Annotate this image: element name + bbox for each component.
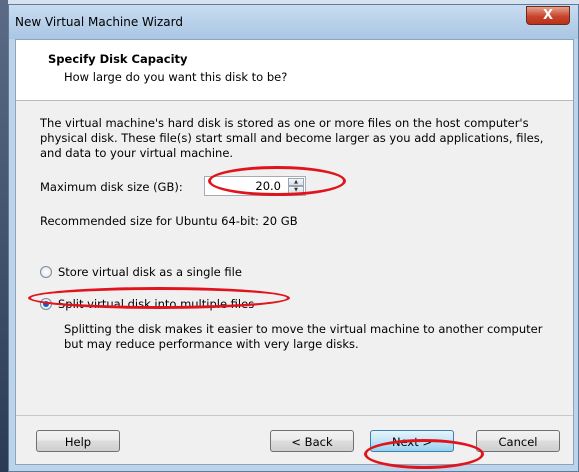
help-button[interactable]: Help [36,430,120,452]
page-subtitle: How large do you want this disk to be? [64,70,288,84]
radio-single-file[interactable]: Store virtual disk as a single file [40,265,242,279]
recommended-size-text: Recommended size for Ubuntu 64-bit: 20 G… [40,214,298,228]
split-description: Splitting the disk makes it easier to mo… [64,322,543,351]
wizard-content: Specify Disk Capacity How large do you w… [15,39,574,465]
max-disk-size-value[interactable]: 20.0 [255,179,281,193]
radio-split-label[interactable]: Split virtual disk into multiple files [58,297,254,311]
max-disk-size-label: Maximum disk size (GB): [40,180,183,194]
wizard-header: Specify Disk Capacity How large do you w… [16,40,573,101]
window-title: New Virtual Machine Wizard [15,15,183,29]
desktop-background [0,0,8,472]
radio-single-icon[interactable] [40,266,52,278]
title-bar[interactable]: New Virtual Machine Wizard X [9,5,578,39]
disk-description: The virtual machine's hard disk is store… [40,116,544,160]
page-title: Specify Disk Capacity [48,52,188,66]
radio-split-icon[interactable] [40,298,52,310]
back-button[interactable]: < Back [270,430,354,452]
radio-single-label[interactable]: Store virtual disk as a single file [58,265,242,279]
next-button[interactable]: Next > [370,430,454,452]
wizard-window: New Virtual Machine Wizard X Specify Dis… [8,4,579,472]
stepper-down-icon[interactable]: ▼ [288,186,304,194]
cancel-button[interactable]: Cancel [476,430,560,452]
max-disk-size-stepper[interactable]: 20.0 ▲ ▼ [204,176,306,196]
close-button[interactable]: X [526,6,570,25]
stepper-up-icon[interactable]: ▲ [288,178,304,186]
radio-split-files[interactable]: Split virtual disk into multiple files [40,297,254,311]
wizard-footer: Help < Back Next > Cancel [16,415,573,464]
close-icon: X [542,8,554,23]
stepper-buttons: ▲ ▼ [288,178,304,194]
